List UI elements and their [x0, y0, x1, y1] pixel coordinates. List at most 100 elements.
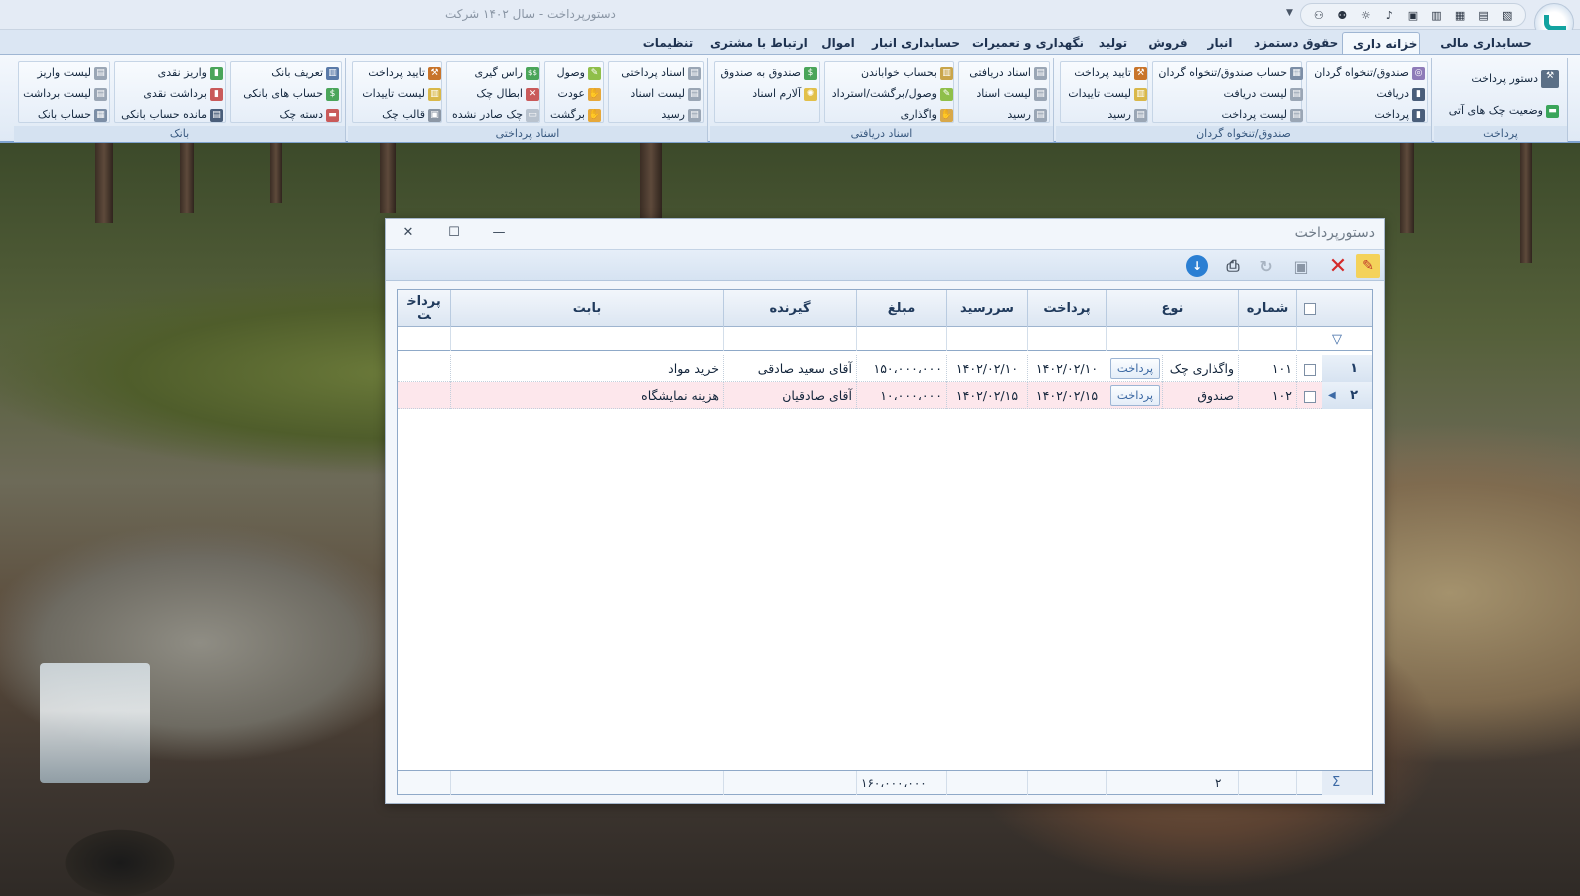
receive-list-button[interactable]: لیست دریافت ▤ [1224, 85, 1303, 103]
filter-type[interactable] [1106, 327, 1238, 351]
check-template-button[interactable]: قالب چک ▣ [382, 106, 441, 124]
save-icon[interactable]: ▣ [1289, 254, 1313, 278]
box-to-box-button[interactable]: صندوق به صندوق $ [720, 64, 817, 82]
tab-inventory-accounting[interactable]: حسابداری انبار [872, 32, 960, 54]
checkbook-button[interactable]: دسته چک ▬ [280, 106, 339, 124]
filter-select[interactable] [1296, 327, 1322, 351]
bank-balance-button[interactable]: مانده حساب بانکی ▤ [121, 106, 223, 124]
tab-treasury[interactable]: خزانه داری [1342, 32, 1420, 54]
row-select[interactable] [1296, 355, 1322, 382]
grid-icon[interactable]: ▤ [1477, 8, 1491, 22]
qat-dropdown-icon[interactable]: ▼ [1286, 8, 1293, 18]
row-payment-button[interactable]: پرداخت [1110, 385, 1160, 406]
cashbox-receive-button[interactable]: دریافت ▮ [1376, 85, 1425, 103]
bounce-button[interactable]: برگشت ✋ [550, 106, 601, 124]
close-icon[interactable]: ✕ [396, 223, 420, 243]
payment-docs-list-button[interactable]: لیست اسناد ▤ [630, 85, 701, 103]
cashbox-account-button[interactable]: حساب صندوق/تنخواه گردان ▦ [1158, 64, 1303, 82]
col-regarding[interactable]: بابت [450, 290, 723, 327]
withdraw-list-button[interactable]: لیست برداشت ▤ [23, 85, 107, 103]
report-icon[interactable]: ▣ [1406, 8, 1420, 22]
book-icon[interactable]: ▥ [1430, 8, 1444, 22]
table-row[interactable]: ۱ ۱۰۱ واگذاری چک پرداخت ۱۴۰۲/۰۲/۱۰ ۱۴۰۲/… [398, 355, 1372, 382]
bank-accounts-button[interactable]: حساب های بانکی $ [243, 85, 339, 103]
return-button[interactable]: عودت ✋ [558, 85, 601, 103]
calculator-icon[interactable]: ▧ [1500, 8, 1514, 22]
cash-withdraw-button[interactable]: برداشت نقدی ▮ [143, 85, 223, 103]
cashbox-petty-button[interactable]: صندوق/تنخواه گردان ◎ [1314, 64, 1425, 82]
cash-deposit-button[interactable]: واریز نقدی ▮ [158, 64, 223, 82]
bell-icon[interactable]: ♪ [1382, 8, 1396, 22]
unissued-check-button[interactable]: چک صادر نشده ▭ [452, 106, 539, 124]
docs-alarm-button[interactable]: آلارم اسناد ✺ [752, 85, 817, 103]
cashbox-receipt-button[interactable]: رسید ▤ [1107, 106, 1147, 124]
paydocs-approvals-button[interactable]: لیست تاییدات ▥ [362, 85, 441, 103]
row-checkbox[interactable] [1303, 363, 1316, 376]
received-docs-button[interactable]: اسناد دریافتی ▤ [969, 64, 1047, 82]
edit-icon[interactable]: ✎ [1356, 254, 1380, 278]
col-number[interactable]: شماره [1238, 290, 1296, 327]
users-icon[interactable]: ⚇ [1312, 8, 1326, 22]
col-payee[interactable]: گیرنده [723, 290, 856, 327]
col-due-date[interactable]: سررسید [946, 290, 1027, 327]
user-settings-icon[interactable]: ⚉ [1335, 8, 1349, 22]
future-checks-button[interactable]: وضعیت چک های آتی ▬ [1449, 102, 1559, 120]
assignment-button[interactable]: واگذاری ✋ [901, 106, 953, 124]
payment-docs-receipt-button[interactable]: رسید ▤ [661, 106, 701, 124]
tab-payroll[interactable]: حقوق دستمزد [1254, 32, 1338, 54]
filter-payment-date[interactable] [1027, 327, 1106, 351]
tab-assets[interactable]: اموال [818, 32, 858, 54]
filter-payee[interactable] [723, 327, 856, 351]
filter-regarding[interactable] [450, 327, 723, 351]
void-check-button[interactable]: ابطال چک ✕ [476, 85, 539, 103]
col-type[interactable]: نوع [1106, 290, 1238, 327]
print-icon[interactable]: ⎙ [1221, 254, 1245, 278]
bank-account-button[interactable]: حساب بانک ▦ [38, 106, 107, 124]
minimize-icon[interactable]: — [487, 223, 511, 243]
payment-list-button[interactable]: لیست پرداخت ▤ [1222, 106, 1303, 124]
tab-crm[interactable]: ارتباط با مشتری [710, 32, 808, 54]
cashbox-approvals-list-button[interactable]: لیست تاییدات ▥ [1068, 85, 1147, 103]
refresh-icon[interactable]: ↻ [1254, 254, 1278, 278]
maximize-icon[interactable]: ☐ [442, 223, 466, 243]
payment-docs-button[interactable]: اسناد پرداختی ▤ [621, 64, 701, 82]
due-average-button[interactable]: راس گیری $$ [474, 64, 539, 82]
download-icon[interactable]: ↓ [1186, 255, 1208, 277]
table-row[interactable]: ۲ ◀ ۱۰۲ صندوق پرداخت ۱۴۰۲/۰۲/۱۵ ۱۴۰۲/۰۲/… [398, 382, 1372, 409]
filter-amount[interactable] [856, 327, 946, 351]
deposit-to-account-button[interactable]: بحساب خواباندن ▥ [861, 64, 953, 82]
withdraw-list-label: لیست برداشت [23, 87, 91, 100]
tab-maintenance[interactable]: نگهداری و تعمیرات [972, 32, 1084, 54]
col-paid[interactable]: پرداخت [398, 290, 450, 327]
filter-paid[interactable] [398, 327, 450, 351]
filter-number[interactable] [1238, 327, 1296, 351]
select-all-checkbox[interactable] [1303, 302, 1316, 315]
tab-sales[interactable]: فروش [1146, 32, 1190, 54]
col-payment-date[interactable]: پرداخت [1027, 290, 1106, 327]
cashbox-approve-payment-button[interactable]: تایید پرداخت ⚒ [1074, 64, 1147, 82]
paydocs-approve-button[interactable]: تایید پرداخت ⚒ [368, 64, 441, 82]
received-receipt-button[interactable]: رسید ▤ [1007, 106, 1047, 124]
define-bank-button[interactable]: تعریف بانک ▥ [271, 64, 339, 82]
tab-financial-accounting[interactable]: حسابداری مالی [1436, 32, 1536, 54]
collect-button[interactable]: وصول ✎ [557, 64, 601, 82]
received-docs-list-button[interactable]: لیست اسناد ▤ [976, 85, 1047, 103]
row-checkbox[interactable] [1303, 390, 1316, 403]
filter-due-date[interactable] [946, 327, 1027, 351]
cashbox-pay-button[interactable]: پرداخت ▮ [1374, 106, 1425, 124]
col-amount[interactable]: مبلغ [856, 290, 946, 327]
tab-production[interactable]: تولید [1092, 32, 1134, 54]
filter-icon[interactable]: ▽ [1322, 327, 1372, 351]
deposit-list-button[interactable]: لیست واریز ▤ [37, 64, 107, 82]
row-payment-button[interactable]: پرداخت [1110, 358, 1160, 379]
collect-return-button[interactable]: وصول/برگشت/استرداد ✎ [832, 85, 953, 103]
payment-order-button[interactable]: دستور پرداخت ⚒ [1471, 70, 1559, 88]
row-select[interactable] [1296, 382, 1322, 409]
calendar-icon[interactable]: ▦ [1453, 8, 1467, 22]
select-all-header[interactable] [1296, 290, 1322, 327]
bug-icon[interactable]: ☼ [1359, 8, 1373, 22]
receipt-icon: ▤ [688, 108, 701, 122]
tab-inventory[interactable]: انبار [1200, 32, 1240, 54]
tab-settings[interactable]: تنظیمات [640, 32, 696, 54]
delete-icon[interactable]: ✕ [1326, 254, 1350, 279]
